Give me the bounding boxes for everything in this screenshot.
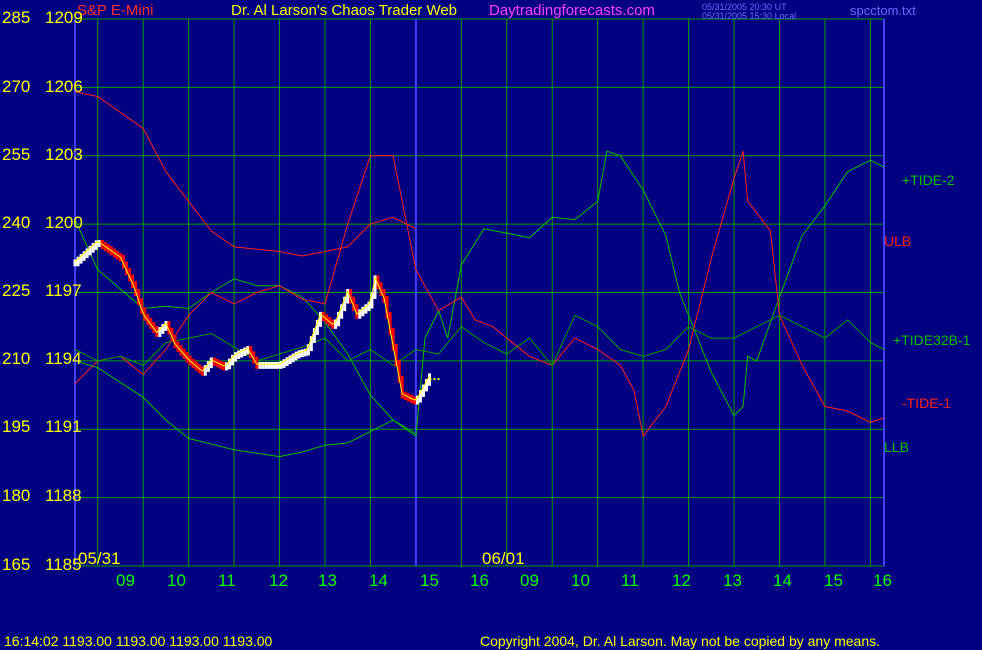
y-tick-price: 1200 xyxy=(45,213,83,232)
legend-ulb: ULB xyxy=(884,233,912,249)
legend-llb: LLB xyxy=(884,439,909,455)
y-tick-price: 1194 xyxy=(45,349,82,368)
x-tick-hour: 12 xyxy=(672,571,691,590)
chart-series xyxy=(74,91,885,458)
price-bar xyxy=(273,362,277,369)
series-llb xyxy=(74,360,417,458)
price-bars xyxy=(73,240,441,405)
price-bar xyxy=(270,362,274,369)
x-tick-hour: 10 xyxy=(167,571,186,590)
x-tick-hour: 12 xyxy=(269,571,288,590)
y-tick-left: 225 xyxy=(2,281,31,300)
x-tick-hour: 11 xyxy=(218,571,236,590)
y-tick-price: 1185 xyxy=(45,555,82,574)
y-tick-left: 270 xyxy=(2,77,31,96)
price-average-line xyxy=(74,241,430,401)
legend-tide32b: +TIDE32B-1 xyxy=(893,332,971,348)
quote-readout: 16:14:02 1193.00 1193.00 1193.00 1193.00 xyxy=(4,633,273,649)
x-tick-hour: 14 xyxy=(369,571,388,590)
y-tick-price: 1206 xyxy=(45,77,83,96)
series--tide32b-1 xyxy=(74,314,885,367)
y-tick-left: 165 xyxy=(2,555,31,574)
price-bar xyxy=(258,362,262,369)
data-file-name: spcctom.txt xyxy=(850,3,916,18)
price-bar xyxy=(276,362,280,369)
y-tick-price: 1197 xyxy=(45,281,82,300)
y-tick-left: 210 xyxy=(2,349,31,368)
copyright-notice: Copyright 2004, Dr. Al Larson. May not b… xyxy=(480,633,881,649)
y-tick-price: 1203 xyxy=(45,145,83,164)
x-tick-hour: 13 xyxy=(318,571,337,590)
x-tick-hour: 11 xyxy=(621,571,639,590)
price-bar xyxy=(300,349,304,358)
y-tick-left: 255 xyxy=(2,145,31,164)
legend-tide2: +TIDE-2 xyxy=(902,172,955,188)
x-tick-hour: 09 xyxy=(116,571,135,590)
y-tick-price: 1209 xyxy=(45,8,83,27)
x-tick-hour: 16 xyxy=(470,571,489,590)
x-tick-hour: 16 xyxy=(873,571,892,590)
series--tide-1 xyxy=(74,151,885,438)
x-tick-hour: 13 xyxy=(723,571,742,590)
chart-grid xyxy=(74,18,885,567)
chart-symbol: S&P E-Mini xyxy=(77,2,154,19)
x-tick-hour: 10 xyxy=(571,571,590,590)
date-marker-start: 05/31 xyxy=(78,549,121,568)
x-tick-hour: 15 xyxy=(824,571,843,590)
price-bar xyxy=(267,362,271,369)
site-link[interactable]: Daytradingforecasts.com xyxy=(489,3,655,18)
date-marker-next: 06/01 xyxy=(482,549,525,568)
chart-title: Dr. Al Larson's Chaos Trader Web xyxy=(231,2,458,19)
x-tick-hour: 14 xyxy=(773,571,792,590)
price-bar xyxy=(297,350,301,359)
x-tick-hour: 15 xyxy=(420,571,439,590)
series--tide-2 xyxy=(74,150,885,438)
time-local: 05/31/2005 15:30 Local xyxy=(702,11,797,21)
y-tick-price: 1188 xyxy=(45,486,82,505)
y-tick-left: 195 xyxy=(2,417,31,436)
y-tick-left: 180 xyxy=(2,486,31,505)
price-bar xyxy=(264,362,268,369)
price-bar xyxy=(94,240,98,250)
y-tick-left: 285 xyxy=(2,8,31,27)
y-tick-price: 1191 xyxy=(45,417,82,436)
price-bar xyxy=(261,362,265,369)
y-tick-left: 240 xyxy=(2,213,31,232)
legend-tide1: -TIDE-1 xyxy=(902,395,951,411)
x-tick-hour: 09 xyxy=(520,571,539,590)
price-bar xyxy=(209,357,213,369)
